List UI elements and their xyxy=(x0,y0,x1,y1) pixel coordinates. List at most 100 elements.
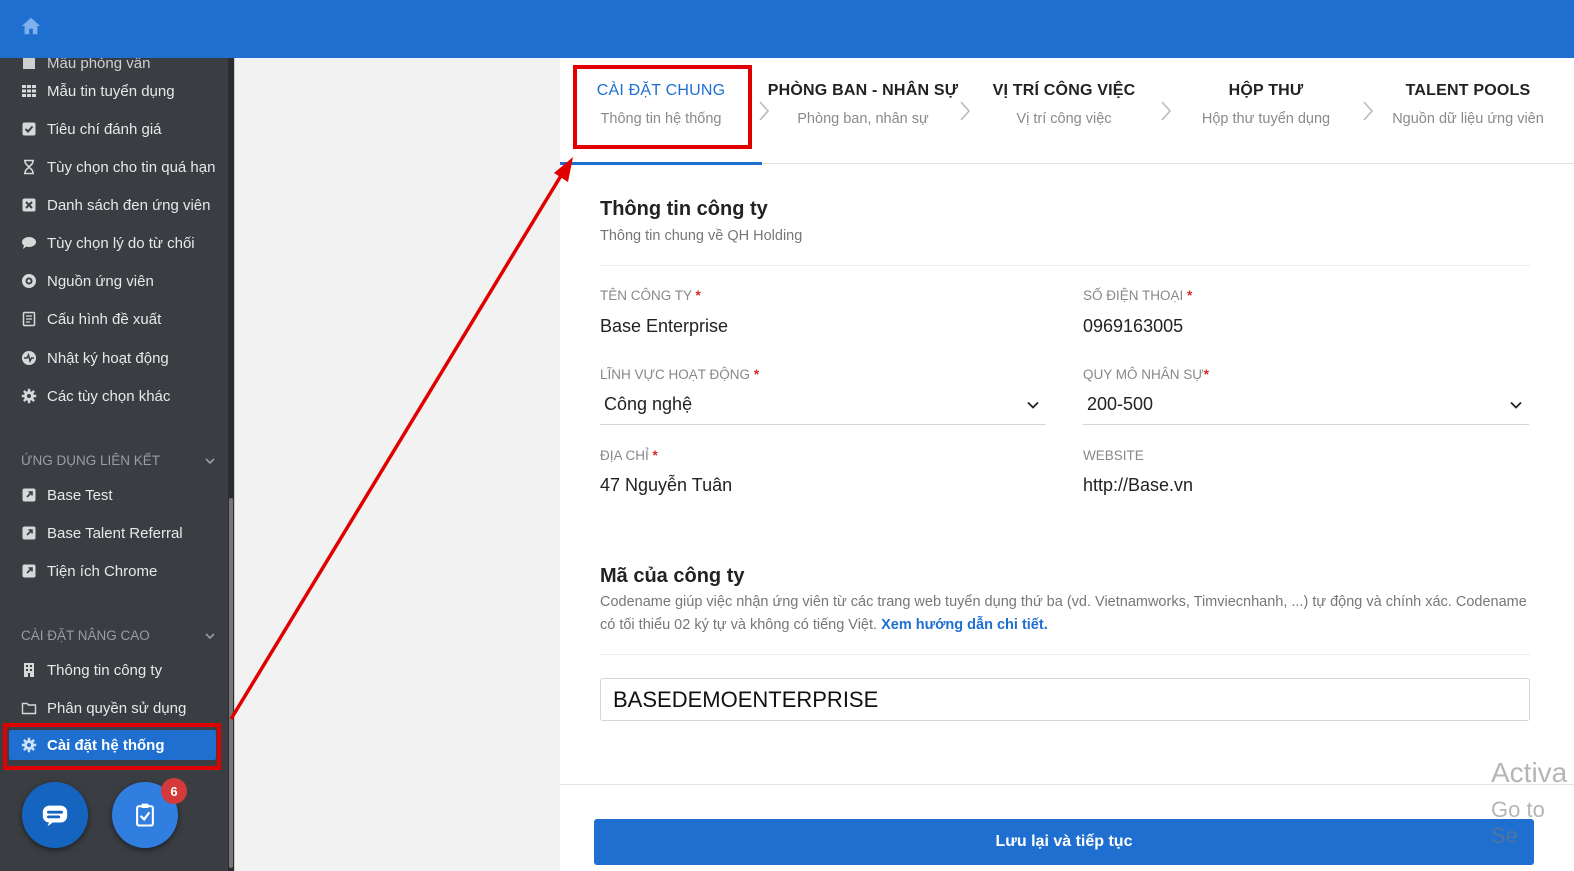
step-title: VỊ TRÍ CÔNG VIỆC xyxy=(992,82,1136,99)
tab-job-positions[interactable]: VỊ TRÍ CÔNG VIỆC Vị trí công việc xyxy=(964,82,1164,127)
label-text: SỐ ĐIỆN THOẠI xyxy=(1083,288,1184,303)
tab-mailbox[interactable]: HỘP THƯ Hộp thư tuyển dụng xyxy=(1166,82,1366,127)
sidebar-item-activity-log[interactable]: Nhật ký hoạt động xyxy=(0,343,228,373)
description-text: Codename giúp việc nhận ứng viên từ các … xyxy=(600,594,1527,633)
partial-icon xyxy=(21,58,37,71)
section-header-linked-apps[interactable]: ỨNG DỤNG LIÊN KẾT xyxy=(21,453,216,468)
step-subtitle: Vị trí công việc xyxy=(1016,111,1112,127)
phone-field[interactable]: 0969163005 xyxy=(1083,316,1183,337)
external-link-icon xyxy=(21,563,37,579)
gear-icon xyxy=(21,388,37,404)
sidebar-item-permissions[interactable]: Phân quyền sử dụng xyxy=(0,693,228,723)
divider xyxy=(600,654,1530,655)
sidebar-item-label: Danh sách đen ứng viên xyxy=(47,196,211,214)
sidebar-item-label: Base Test xyxy=(47,486,113,504)
label-text: ĐỊA CHỈ xyxy=(600,448,649,463)
section-header-advanced[interactable]: CÀI ĐẶT NÂNG CAO xyxy=(21,628,216,643)
sidebar-item-sources[interactable]: Nguồn ứng viên xyxy=(0,266,228,296)
sidebar-item-other-options[interactable]: Các tùy chọn khác xyxy=(0,381,228,411)
scrollbar-thumb[interactable] xyxy=(229,498,233,868)
company-code-input[interactable] xyxy=(600,678,1530,721)
chevron-down-icon xyxy=(205,632,215,639)
home-icon[interactable] xyxy=(20,15,42,37)
address-label: ĐỊA CHỈ * xyxy=(600,448,658,463)
step-title: HỘP THƯ xyxy=(1228,82,1304,99)
watermark-line2: Go to Se xyxy=(1491,797,1545,848)
label-text: TÊN CÔNG TY xyxy=(600,288,692,303)
website-field[interactable]: http://Base.vn xyxy=(1083,475,1193,496)
required-mark: * xyxy=(652,448,658,463)
external-link-icon xyxy=(21,487,37,503)
grid-icon xyxy=(21,83,37,99)
company-name-label: TÊN CÔNG TY * xyxy=(600,288,701,303)
chat-button[interactable] xyxy=(22,782,88,848)
tab-departments[interactable]: PHÒNG BAN - NHÂN SỰ Phòng ban, nhân sự xyxy=(763,82,963,127)
address-field[interactable]: 47 Nguyễn Tuân xyxy=(600,475,732,496)
step-subtitle: Nguồn dữ liệu ứng viên xyxy=(1392,111,1544,127)
main-content: CÀI ĐẶT CHUNG Thông tin hệ thống PHÒNG B… xyxy=(560,58,1574,871)
step-title: PHÒNG BAN - NHÂN SỰ xyxy=(767,82,959,99)
required-mark: * xyxy=(1203,367,1210,382)
sidebar-divider xyxy=(234,58,235,871)
sidebar-item-label: Tiện ích Chrome xyxy=(47,562,158,580)
sidebar-item-reject-reasons[interactable]: Tùy chọn lý do từ chối xyxy=(0,228,228,258)
required-mark: * xyxy=(1187,288,1193,303)
step-subtitle: Hộp thư tuyển dụng xyxy=(1201,111,1331,127)
sidebar-item-talent-referral[interactable]: Base Talent Referral xyxy=(0,518,228,548)
sidebar-item-label: Mẫu tin tuyển dụng xyxy=(47,82,175,100)
top-bar xyxy=(0,0,1574,58)
company-size-select[interactable]: 200-500 xyxy=(1083,385,1529,425)
sidebar-item-criteria[interactable]: Tiêu chí đánh giá xyxy=(0,114,228,144)
step-title: TALENT POOLS xyxy=(1405,82,1531,99)
sidebar-item-label: Cấu hình đề xuất xyxy=(47,310,162,328)
company-size-value: 200-500 xyxy=(1087,394,1154,414)
industry-select[interactable]: Công nghệ xyxy=(600,385,1046,425)
section-subtitle: Thông tin chung về QH Holding xyxy=(600,228,803,244)
annotation-highlight-box xyxy=(3,723,221,770)
industry-label: LĨNH VỰC HOẠT ĐỘNG * xyxy=(600,367,759,382)
guide-link[interactable]: Xem hướng dẫn chi tiết. xyxy=(881,617,1048,633)
industry-value: Công nghệ xyxy=(604,394,693,414)
required-mark: * xyxy=(695,288,701,303)
sidebar-item-expired-options[interactable]: Tùy chọn cho tin quá hạn xyxy=(0,152,228,182)
external-link-icon xyxy=(21,525,37,541)
sidebar-item-label: Tùy chọn lý do từ chối xyxy=(47,234,195,252)
annotation-highlight-box xyxy=(573,65,752,149)
sidebar-item-label: Các tùy chọn khác xyxy=(47,387,171,405)
section-title: ỨNG DỤNG LIÊN KẾT xyxy=(21,453,161,468)
sidebar-item-job-templates[interactable]: Mẫu tin tuyển dụng xyxy=(0,76,228,106)
sidebar-item-label: Thông tin công ty xyxy=(47,661,163,679)
chat-icon xyxy=(42,805,68,827)
phone-label: SỐ ĐIỆN THOẠI * xyxy=(1083,288,1192,303)
sidebar-item-suggestion-config[interactable]: Cấu hình đề xuất xyxy=(0,304,228,334)
sidebar-item-chrome-extension[interactable]: Tiện ích Chrome xyxy=(0,556,228,586)
required-mark: * xyxy=(753,367,760,382)
folder-icon xyxy=(21,700,37,716)
tab-talent-pools[interactable]: TALENT POOLS Nguồn dữ liệu ứng viên xyxy=(1368,82,1568,127)
document-icon xyxy=(21,311,37,327)
sidebar-item-label: Tùy chọn cho tin quá hạn xyxy=(47,158,216,176)
sidebar-item-label: Base Talent Referral xyxy=(47,524,183,542)
activity-icon xyxy=(21,350,37,366)
chevron-down-icon xyxy=(205,457,215,464)
sidebar-item-partial[interactable]: Mẫu phỏng vấn xyxy=(0,58,228,78)
sidebar-item-company-info[interactable]: Thông tin công ty xyxy=(0,655,228,685)
sidebar-item-label: Nhật ký hoạt động xyxy=(47,349,169,367)
footer-divider xyxy=(560,784,1574,785)
divider xyxy=(600,265,1530,266)
active-tab-indicator xyxy=(560,162,762,165)
company-size-label: QUY MÔ NHÂN SỰ* xyxy=(1083,367,1209,382)
chevron-down-icon xyxy=(1027,401,1039,409)
company-name-field[interactable]: Base Enterprise xyxy=(600,316,728,337)
watermark-line1: Activa xyxy=(1491,757,1568,788)
label-text: QUY MÔ NHÂN SỰ xyxy=(1083,367,1204,382)
sidebar-item-label: Nguồn ứng viên xyxy=(47,272,154,290)
save-continue-button[interactable]: Lưu lại và tiếp tục xyxy=(594,819,1534,865)
section-title: CÀI ĐẶT NÂNG CAO xyxy=(21,628,150,643)
sidebar-item-base-test[interactable]: Base Test xyxy=(0,480,228,510)
sidebar-item-blacklist[interactable]: Danh sách đen ứng viên xyxy=(0,190,228,220)
chevron-down-icon xyxy=(1510,401,1522,409)
section-title-company-code: Mã của công ty xyxy=(600,565,745,587)
source-icon xyxy=(21,273,37,289)
hourglass-icon xyxy=(21,159,37,175)
